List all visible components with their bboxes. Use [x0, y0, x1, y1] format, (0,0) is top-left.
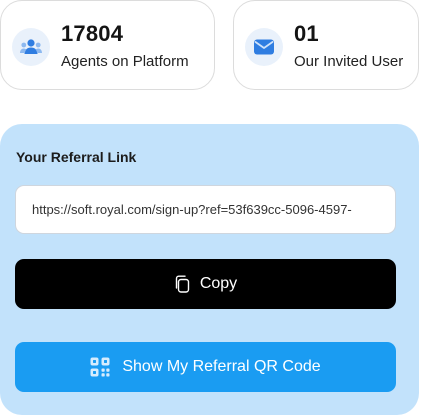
show-qr-code-label: Show My Referral QR Code: [122, 358, 321, 375]
show-qr-code-button[interactable]: Show My Referral QR Code: [15, 342, 396, 392]
agents-stat-card: 17804 Agents on Platform: [0, 0, 215, 90]
invited-users-count: 01: [294, 21, 319, 46]
invited-users-label: Our Invited User: [294, 53, 404, 70]
agents-label: Agents on Platform: [61, 53, 189, 70]
copy-button-label: Copy: [199, 275, 238, 292]
mail-icon: [245, 28, 283, 66]
invited-users-stat-card: 01 Our Invited User: [233, 0, 419, 90]
agents-count: 17804: [61, 21, 124, 46]
referral-link-field[interactable]: https://soft.royal.com/sign-up?ref=53f63…: [15, 185, 396, 234]
agents-icon: [12, 28, 50, 66]
referral-link-text: https://soft.royal.com/sign-up?ref=53f63…: [32, 202, 352, 217]
referral-link-title: Your Referral Link: [16, 149, 137, 165]
copy-button[interactable]: Copy: [15, 259, 396, 309]
qr-code-icon: [90, 357, 110, 377]
copy-icon: [174, 275, 190, 293]
